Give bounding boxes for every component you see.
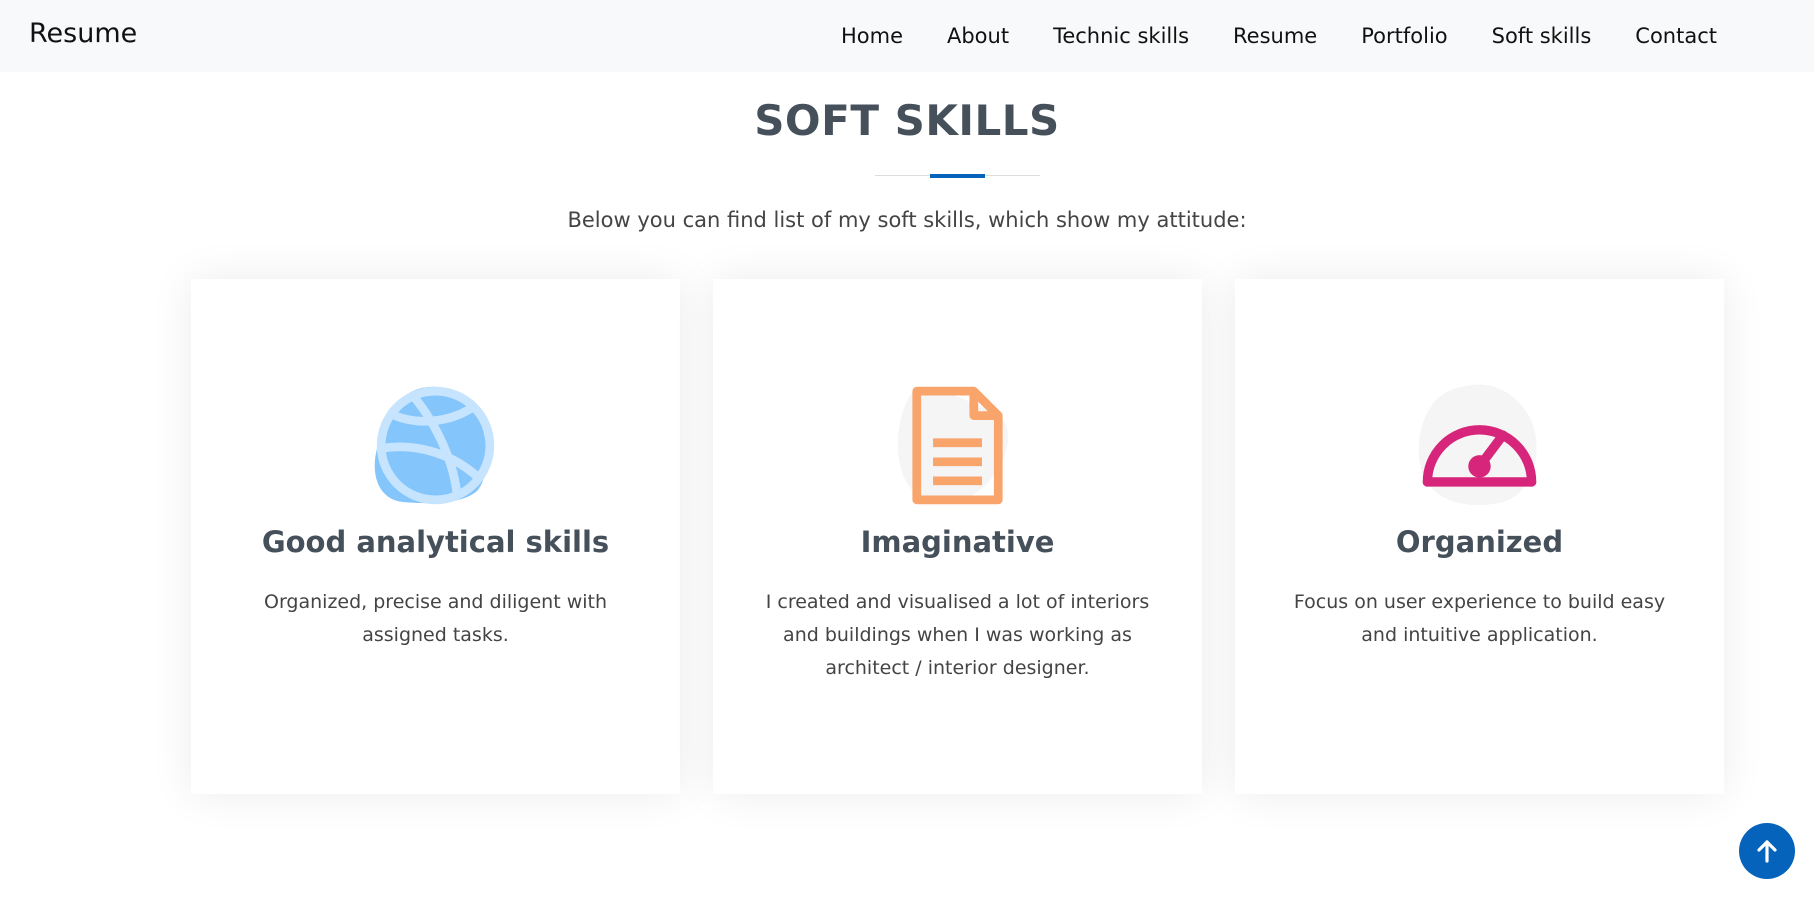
file-text-icon [912, 386, 1003, 505]
skill-card-imaginative: Imaginative I created and visualised a l… [713, 279, 1202, 794]
back-to-top-button[interactable] [1739, 823, 1795, 879]
skill-card-analytical: Good analytical skills Organized, precis… [191, 279, 680, 794]
section-header: SOFT SKILLS [0, 96, 1814, 145]
section-title: SOFT SKILLS [754, 96, 1060, 145]
dribbble-icon [376, 386, 495, 505]
nav-item-soft-skills[interactable]: Soft skills [1492, 24, 1592, 48]
card-description: Organized, precise and diligent with ass… [263, 591, 608, 646]
title-accent-bar [930, 174, 985, 178]
top-navbar: Resume Home About Technic skills Resume … [0, 0, 1814, 72]
nav-menu: Home About Technic skills Resume Portfol… [797, 0, 1717, 72]
card-description: Focus on user experience to build easy a… [1293, 591, 1666, 646]
speedometer-icon [1422, 425, 1537, 487]
icon-blob [1417, 383, 1542, 508]
nav-item-technic-skills[interactable]: Technic skills [1053, 24, 1189, 48]
section-subtitle: Below you can find list of my soft skill… [567, 208, 1247, 232]
icon-blob [895, 383, 1020, 508]
nav-item-about[interactable]: About [947, 24, 1009, 48]
arrow-up-icon [1757, 840, 1777, 863]
icon-blob [373, 383, 498, 508]
card-description: I created and visualised a lot of interi… [765, 591, 1150, 679]
soft-skills-cards: Good analytical skills Organized, precis… [191, 279, 1724, 794]
nav-item-home[interactable]: Home [841, 24, 903, 48]
nav-item-portfolio[interactable]: Portfolio [1361, 24, 1447, 48]
nav-item-resume[interactable]: Resume [1233, 24, 1317, 48]
brand-logo[interactable]: Resume [29, 18, 137, 49]
skill-card-organized: Organized Focus on user experience to bu… [1235, 279, 1724, 794]
nav-item-contact[interactable]: Contact [1635, 24, 1717, 48]
card-title: Organized [1395, 525, 1564, 559]
card-title: Imaginative [860, 525, 1055, 559]
card-title: Good analytical skills [261, 525, 610, 559]
